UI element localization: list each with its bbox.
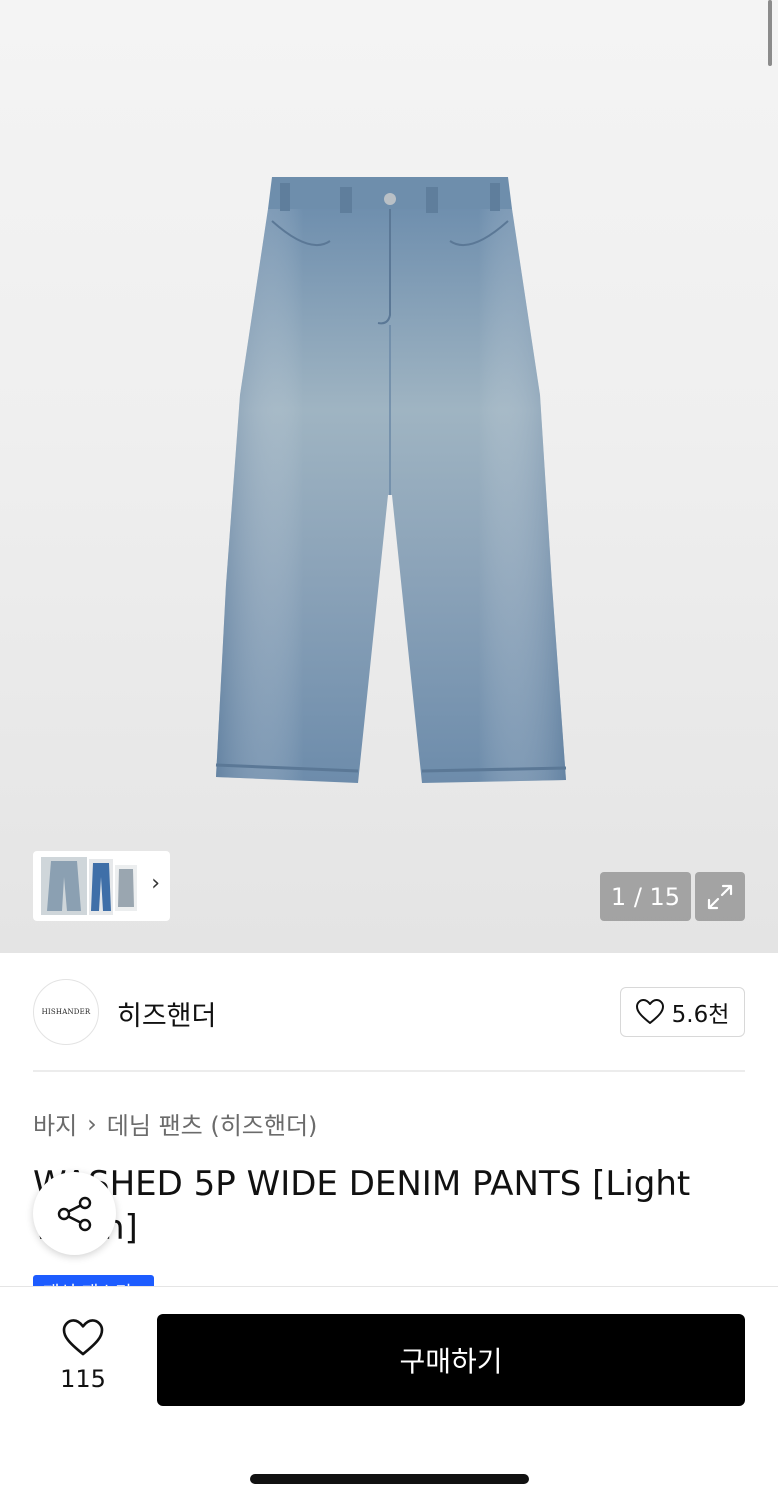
divider — [33, 1070, 745, 1072]
product-title: WASHED 5P WIDE DENIM PANTS [Light Wash] — [33, 1164, 691, 1248]
share-button[interactable] — [33, 1172, 116, 1255]
bottom-action-bar: 115 구매하기 — [0, 1286, 778, 1500]
expand-button[interactable] — [695, 872, 745, 921]
brand-like-button[interactable]: 5.6천 — [620, 987, 745, 1037]
wishlist-count: 115 — [60, 1365, 106, 1393]
brand-logo-text: HISHANDER — [41, 1008, 91, 1016]
scroll-indicator — [768, 0, 772, 66]
product-detail-page: › 1 / 15 HISHANDER 히즈핸더 5.6천 바지 › 데님 팬츠 … — [0, 0, 778, 1500]
heart-icon — [62, 1319, 104, 1356]
thumbnail-strip[interactable]: › — [33, 851, 170, 921]
chevron-right-icon[interactable]: › — [151, 873, 160, 895]
expand-icon — [707, 884, 733, 909]
chevron-right-icon: › — [87, 1109, 97, 1138]
breadcrumb-subcategory[interactable]: 데님 팬츠 (히즈핸더) — [107, 1106, 318, 1141]
home-indicator — [250, 1474, 529, 1484]
product-image — [215, 177, 567, 783]
image-counter: 1 / 15 — [600, 872, 691, 921]
heart-icon — [635, 999, 664, 1024]
buy-button[interactable]: 구매하기 — [157, 1314, 745, 1406]
share-icon — [57, 1196, 91, 1231]
brand-row: HISHANDER 히즈핸더 5.6천 — [33, 979, 745, 1045]
breadcrumb: 바지 › 데님 팬츠 (히즈핸더) — [33, 1106, 317, 1141]
wishlist-button[interactable]: 115 — [48, 1319, 118, 1393]
thumbnail-images[interactable] — [41, 857, 141, 915]
brand-name[interactable]: 히즈핸더 — [117, 994, 216, 1033]
brand-logo[interactable]: HISHANDER — [33, 979, 99, 1045]
breadcrumb-category[interactable]: 바지 — [33, 1106, 77, 1141]
product-image-gallery[interactable]: › 1 / 15 — [0, 0, 778, 953]
brand-like-count: 5.6천 — [671, 1002, 730, 1028]
